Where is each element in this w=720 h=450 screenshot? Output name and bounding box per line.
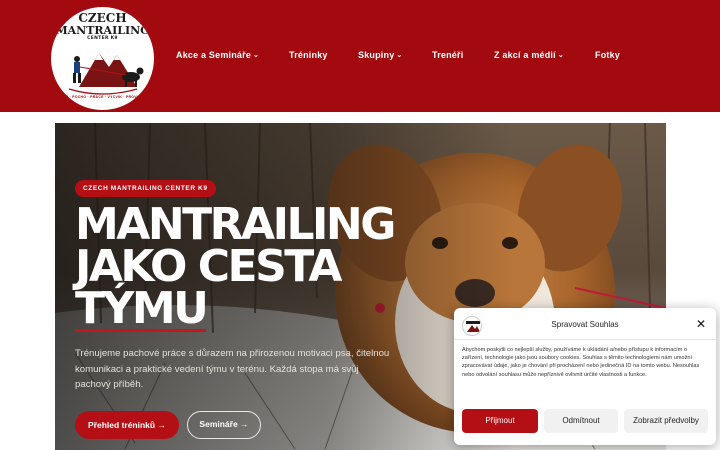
consent-divider bbox=[454, 339, 716, 340]
seminars-button[interactable]: Semináře → bbox=[187, 411, 261, 439]
nav-item-treneri[interactable]: Trenéři bbox=[432, 50, 463, 60]
cookie-consent-dialog: Spravovat Souhlas ✕ Abychom poskytli co … bbox=[454, 308, 716, 445]
nav-item-label: Trenéři bbox=[432, 50, 464, 60]
close-icon[interactable]: ✕ bbox=[694, 317, 708, 331]
nav-item-label: Akce a Semináře bbox=[176, 50, 252, 60]
accept-button[interactable]: Přijmout bbox=[462, 409, 538, 433]
deny-button[interactable]: Odmítnout bbox=[544, 409, 618, 433]
nav-item-label: Z akcí a médií bbox=[494, 50, 556, 60]
hero-headline: MANTRAILING JAKO CESTA TÝMU bbox=[75, 199, 415, 334]
site-header: CZECH MANTRAILING CENTER K9 STOPAŘ · POC… bbox=[0, 0, 720, 112]
view-preferences-button[interactable]: Zobrazit předvolby bbox=[624, 409, 708, 433]
hero-lead-text: Trénujeme pachové práce s důrazem na při… bbox=[75, 348, 390, 390]
logo-tagline: STOPAŘ · POCHO · PRÁCE · VÝCVIK · PROVOZ… bbox=[52, 95, 153, 99]
headline-line-1: MANTRAILING bbox=[75, 199, 396, 250]
chevron-down-icon: ⌄ bbox=[253, 52, 260, 59]
chevron-down-icon: ⌄ bbox=[396, 52, 403, 59]
hero-badge: CZECH MANTRAILING CENTER K9 bbox=[75, 180, 216, 197]
chevron-down-icon: ⌄ bbox=[557, 52, 564, 59]
headline-line-2: JAKO CESTA bbox=[75, 241, 342, 292]
nav-item-akce-seminare[interactable]: Akce a Semináře ⌄ bbox=[176, 50, 259, 60]
consent-title: Spravovat Souhlas bbox=[551, 320, 619, 329]
nav-item-z-akci-a-medii[interactable]: Z akcí a médií ⌄ bbox=[494, 50, 564, 60]
nav-item-label: Fotky bbox=[595, 50, 621, 60]
nav-item-fotky[interactable]: Fotky bbox=[595, 50, 620, 60]
trainings-overview-button[interactable]: Přehled tréninků → bbox=[75, 411, 179, 439]
nav-item-label: Skupiny bbox=[358, 50, 395, 60]
nav-item-treninky[interactable]: Tréninky bbox=[289, 50, 328, 60]
nav-item-skupiny[interactable]: Skupiny ⌄ bbox=[358, 50, 403, 60]
headline-line-3: TÝMU bbox=[75, 283, 209, 334]
site-logo[interactable]: CZECH MANTRAILING CENTER K9 STOPAŘ · POC… bbox=[51, 7, 154, 110]
nav-item-label: Tréninky bbox=[289, 50, 328, 60]
consent-text: Abychom poskytli co nejlepší služby, pou… bbox=[462, 347, 700, 378]
